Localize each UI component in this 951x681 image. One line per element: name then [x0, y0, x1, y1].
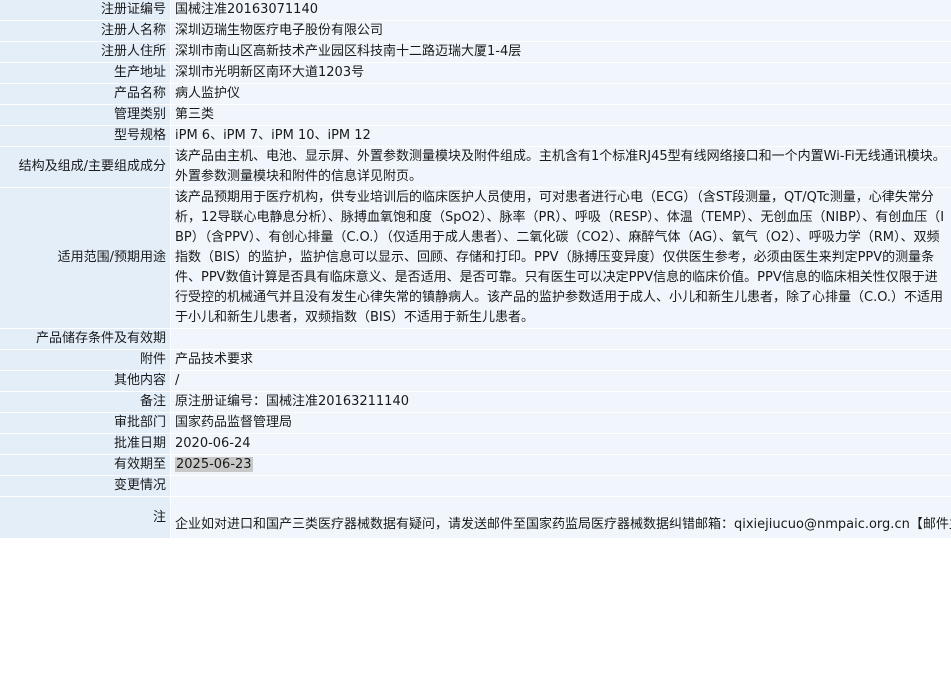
product-name-label: 产品名称 [0, 84, 171, 105]
row-structure: 结构及组成/主要组成成分 该产品由主机、电池、显示屏、外置参数测量模块及附件组成… [0, 147, 951, 188]
row-other: 其他内容 / [0, 371, 951, 392]
note-cell: 企业如对进口和国产三类医疗器械数据有疑问，请发送邮件至国家药监局医疗器械数据纠错… [171, 497, 951, 539]
product-name-value: 病人监护仪 [171, 84, 951, 105]
attachment-label: 附件 [0, 350, 171, 371]
production-address-value: 深圳市光明新区南环大道1203号 [171, 63, 951, 84]
expiry-date-value: 2025-06-23 [175, 457, 253, 472]
row-scope: 适用范围/预期用途 该产品预期用于医疗机构，供专业培训后的临床医护人员使用，可对… [0, 188, 951, 329]
registrant-name-value: 深圳迈瑞生物医疗电子股份有限公司 [171, 21, 951, 42]
row-storage: 产品储存条件及有效期 [0, 329, 951, 350]
remark-value: 原注册证编号：国械注准20163211140 [171, 392, 951, 413]
row-management-class: 管理类别 第三类 [0, 105, 951, 126]
reg-no-value: 国械注准20163071140 [171, 0, 951, 21]
model-spec-label: 型号规格 [0, 126, 171, 147]
remark-label: 备注 [0, 392, 171, 413]
structure-value: 该产品由主机、电池、显示屏、外置参数测量模块及附件组成。主机含有1个标准RJ45… [171, 147, 951, 188]
note-value: 企业如对进口和国产三类医疗器械数据有疑问，请发送邮件至国家药监局医疗器械数据纠错… [175, 517, 951, 532]
row-change: 变更情况 [0, 476, 951, 497]
scope-value: 该产品预期用于医疗机构，供专业培训后的临床医护人员使用，可对患者进行心电（ECG… [171, 188, 951, 329]
other-label: 其他内容 [0, 371, 171, 392]
approval-date-value: 2020-06-24 [171, 434, 951, 455]
structure-label: 结构及组成/主要组成成分 [0, 147, 171, 188]
expiry-date-label: 有效期至 [0, 455, 171, 476]
attachment-value: 产品技术要求 [171, 350, 951, 371]
approval-dept-value: 国家药品监督管理局 [171, 413, 951, 434]
management-class-label: 管理类别 [0, 105, 171, 126]
approval-date-label: 批准日期 [0, 434, 171, 455]
row-attachment: 附件 产品技术要求 [0, 350, 951, 371]
storage-value [171, 329, 951, 350]
registration-detail-table: 注册证编号 国械注准20163071140 注册人名称 深圳迈瑞生物医疗电子股份… [0, 0, 951, 539]
expiry-date-cell: 2025-06-23 [171, 455, 951, 476]
row-remark: 备注 原注册证编号：国械注准20163211140 [0, 392, 951, 413]
registrant-address-label: 注册人住所 [0, 42, 171, 63]
management-class-value: 第三类 [171, 105, 951, 126]
row-model-spec: 型号规格 iPM 6、iPM 7、iPM 10、iPM 12 [0, 126, 951, 147]
registrant-name-label: 注册人名称 [0, 21, 171, 42]
row-note: 注 企业如对进口和国产三类医疗器械数据有疑问，请发送邮件至国家药监局医疗器械数据… [0, 497, 951, 539]
row-product-name: 产品名称 病人监护仪 [0, 84, 951, 105]
storage-label: 产品储存条件及有效期 [0, 329, 171, 350]
model-spec-value: iPM 6、iPM 7、iPM 10、iPM 12 [171, 126, 951, 147]
registrant-address-value: 深圳市南山区高新技术产业园区科技南十二路迈瑞大厦1-4层 [171, 42, 951, 63]
row-registrant-name: 注册人名称 深圳迈瑞生物医疗电子股份有限公司 [0, 21, 951, 42]
production-address-label: 生产地址 [0, 63, 171, 84]
row-expiry-date: 有效期至 2025-06-23 [0, 455, 951, 476]
reg-no-label: 注册证编号 [0, 0, 171, 21]
change-label: 变更情况 [0, 476, 171, 497]
row-reg-no: 注册证编号 国械注准20163071140 [0, 0, 951, 21]
change-value [171, 476, 951, 497]
note-label: 注 [0, 497, 171, 539]
scope-label: 适用范围/预期用途 [0, 188, 171, 329]
other-value: / [171, 371, 951, 392]
row-approval-date: 批准日期 2020-06-24 [0, 434, 951, 455]
row-approval-dept: 审批部门 国家药品监督管理局 [0, 413, 951, 434]
row-production-address: 生产地址 深圳市光明新区南环大道1203号 [0, 63, 951, 84]
approval-dept-label: 审批部门 [0, 413, 171, 434]
row-registrant-address: 注册人住所 深圳市南山区高新技术产业园区科技南十二路迈瑞大厦1-4层 [0, 42, 951, 63]
